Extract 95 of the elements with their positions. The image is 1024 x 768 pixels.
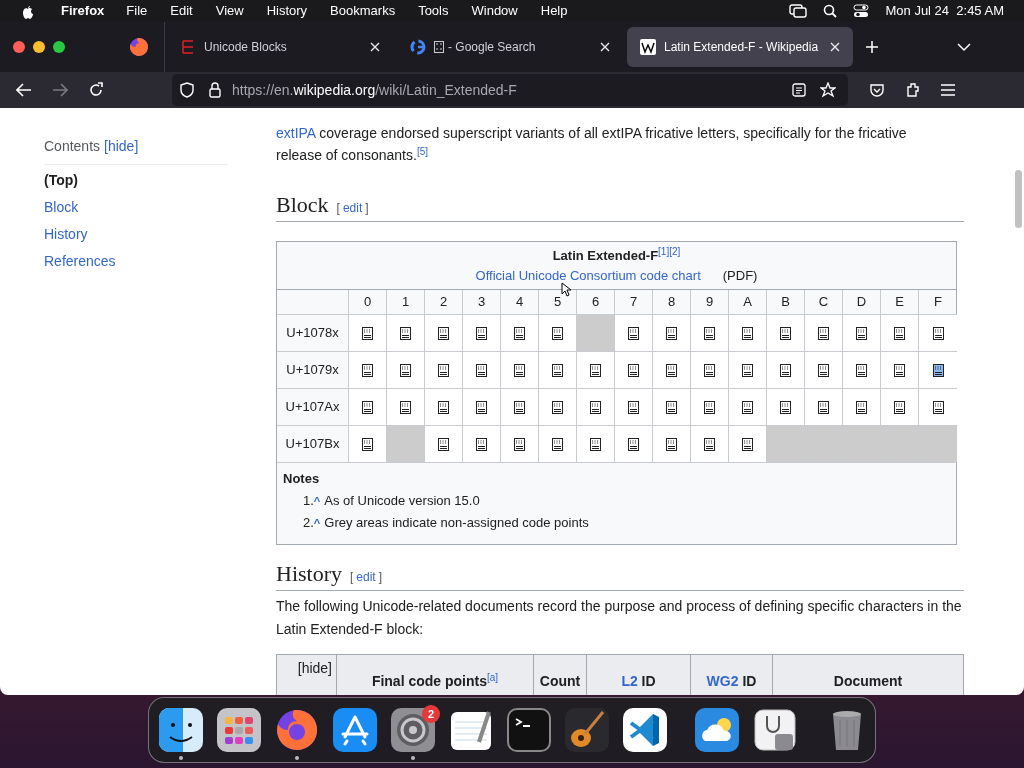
notes-title: Notes [283, 470, 321, 488]
note-number: 2. [303, 514, 314, 532]
notification-badge: 2 [422, 705, 440, 723]
code-editor-icon[interactable] [623, 708, 667, 752]
firefox-icon[interactable] [129, 37, 149, 57]
browser-tab[interactable]: - Google Search [397, 27, 623, 67]
bracket: [ [350, 569, 354, 586]
menu-item[interactable]: Tools [418, 1, 449, 21]
control-center-icon[interactable] [853, 4, 870, 18]
back-link[interactable]: ^ [313, 512, 321, 534]
close-icon[interactable] [370, 42, 380, 52]
section-heading: Block [276, 191, 329, 219]
forward-arrow-icon[interactable] [52, 83, 68, 97]
wikipedia-logo-icon [640, 39, 656, 55]
menu-item[interactable]: Window [471, 1, 518, 21]
lock-icon[interactable] [209, 82, 221, 98]
notepad-pen-icon[interactable] [449, 708, 493, 752]
bookmark-star-icon[interactable] [820, 82, 836, 98]
edit-link[interactable]: edit [342, 197, 363, 219]
tab-title: - Google Search [448, 39, 536, 56]
bracket-logo-icon [180, 39, 196, 55]
paragraph: extIPA coverage endorsed superscript variants of all extIPA fricative letters, specifically for the fricative release of consonants.$^{[5]}$ [276, 124, 908, 165]
back-arrow-icon[interactable] [16, 83, 32, 97]
close-window-button[interactable] [13, 41, 25, 53]
menu-item[interactable]: Help [540, 1, 568, 21]
column-header: Count [539, 672, 581, 691]
back-link[interactable]: ^ [313, 490, 321, 512]
address-bar[interactable]: https://en.wikipedia.org/wiki/Latin_Extended-F [172, 74, 848, 106]
browser-tab[interactable]: Latin Extended-F - Wikipedia [627, 27, 853, 67]
url-text: https://en.wikipedia.org/wiki/Latin_Extended-F [232, 80, 517, 100]
section-heading: History [276, 560, 342, 588]
edit-link[interactable]: edit [356, 566, 376, 588]
guitar-icon[interactable] [565, 708, 609, 752]
minimize-window-button[interactable] [33, 41, 45, 53]
menu-item[interactable]: History [266, 1, 308, 21]
weather-cloud-icon[interactable] [695, 708, 739, 752]
menu-item[interactable]: Bookmarks [330, 1, 396, 21]
menu-item[interactable]: View [215, 1, 244, 21]
new-tab-icon[interactable] [865, 40, 879, 54]
pointer-cursor-icon [561, 282, 573, 298]
paragraph: The following Unicode-related documents record the purpose and process of defining specific characters in the Latin Extended-F block: [276, 597, 963, 639]
terminal-icon[interactable] [507, 708, 551, 752]
menu-item[interactable]: File [126, 1, 148, 21]
chevron-down-icon[interactable] [957, 42, 971, 52]
menu-icon[interactable] [941, 84, 955, 96]
bracket: [ [336, 200, 340, 217]
app-grid-icon[interactable] [217, 708, 261, 752]
corner-cell [277, 290, 349, 315]
contents-link[interactable]: Block [44, 197, 276, 216]
note-number: 1. [303, 492, 314, 510]
close-icon[interactable] [830, 42, 840, 52]
contents-link[interactable]: History [44, 224, 276, 243]
column-header: Document [833, 672, 903, 691]
app-store-icon[interactable] [333, 708, 377, 752]
app-menu[interactable]: Firefox [61, 1, 105, 21]
menu-item[interactable]: Edit [170, 1, 193, 21]
shield-icon[interactable] [180, 82, 194, 98]
bracket: ] [378, 569, 383, 586]
note-text: Grey areas indicate non-assigned code points [324, 514, 589, 532]
finder-face-icon[interactable] [159, 708, 203, 752]
hide-link[interactable]: [hide] [297, 657, 332, 679]
tab-title: Latin Extended-F - Wikipedia [664, 39, 819, 56]
bracket: ] [365, 200, 369, 217]
hide-link[interactable]: [hide] [104, 136, 139, 157]
column-header: L2 ID [621, 672, 656, 691]
missing-glyph-icon [434, 41, 444, 53]
pocket-icon[interactable] [869, 82, 885, 98]
column-header: Final code points$^{[a]}$ [371, 671, 499, 691]
reload-icon[interactable] [88, 82, 104, 98]
zoom-window-button[interactable] [53, 41, 65, 53]
reference-link[interactable]: [2] [669, 245, 681, 257]
reference-link[interactable]: [a] [487, 672, 499, 683]
clock: Mon Jul 24 2:45 AM [885, 2, 1004, 21]
column-header: WG2 ID [706, 672, 757, 691]
tab-title: Unicode Blocks [204, 39, 287, 56]
file-type-label: (PDF) [722, 266, 758, 285]
reader-view-icon[interactable] [792, 83, 806, 97]
apple-icon[interactable] [20, 3, 34, 19]
close-icon[interactable] [600, 42, 610, 52]
note-text: As of Unicode version 15.0 [324, 492, 480, 510]
scrollbar-thumb[interactable] [1015, 170, 1022, 228]
screen-mirroring-icon[interactable] [789, 4, 808, 18]
google-logo-icon [410, 39, 426, 55]
contents-title: Contents [44, 137, 101, 156]
firefox-icon[interactable] [275, 708, 319, 752]
inline-link[interactable]: extIPA [276, 125, 316, 141]
code-chart-link[interactable]: Official Unicode Consortium code chart [475, 265, 701, 286]
browser-tab[interactable]: Unicode Blocks [167, 27, 393, 67]
contents-link[interactable]: References [44, 251, 276, 270]
search-icon[interactable] [823, 4, 838, 18]
extensions-icon[interactable] [905, 82, 921, 98]
contents-link[interactable]: (Top) [44, 170, 276, 189]
reference-link[interactable]: [5] [416, 146, 428, 157]
gear-icon[interactable] [391, 708, 435, 752]
stethoscope-drive-icon[interactable] [753, 708, 797, 752]
